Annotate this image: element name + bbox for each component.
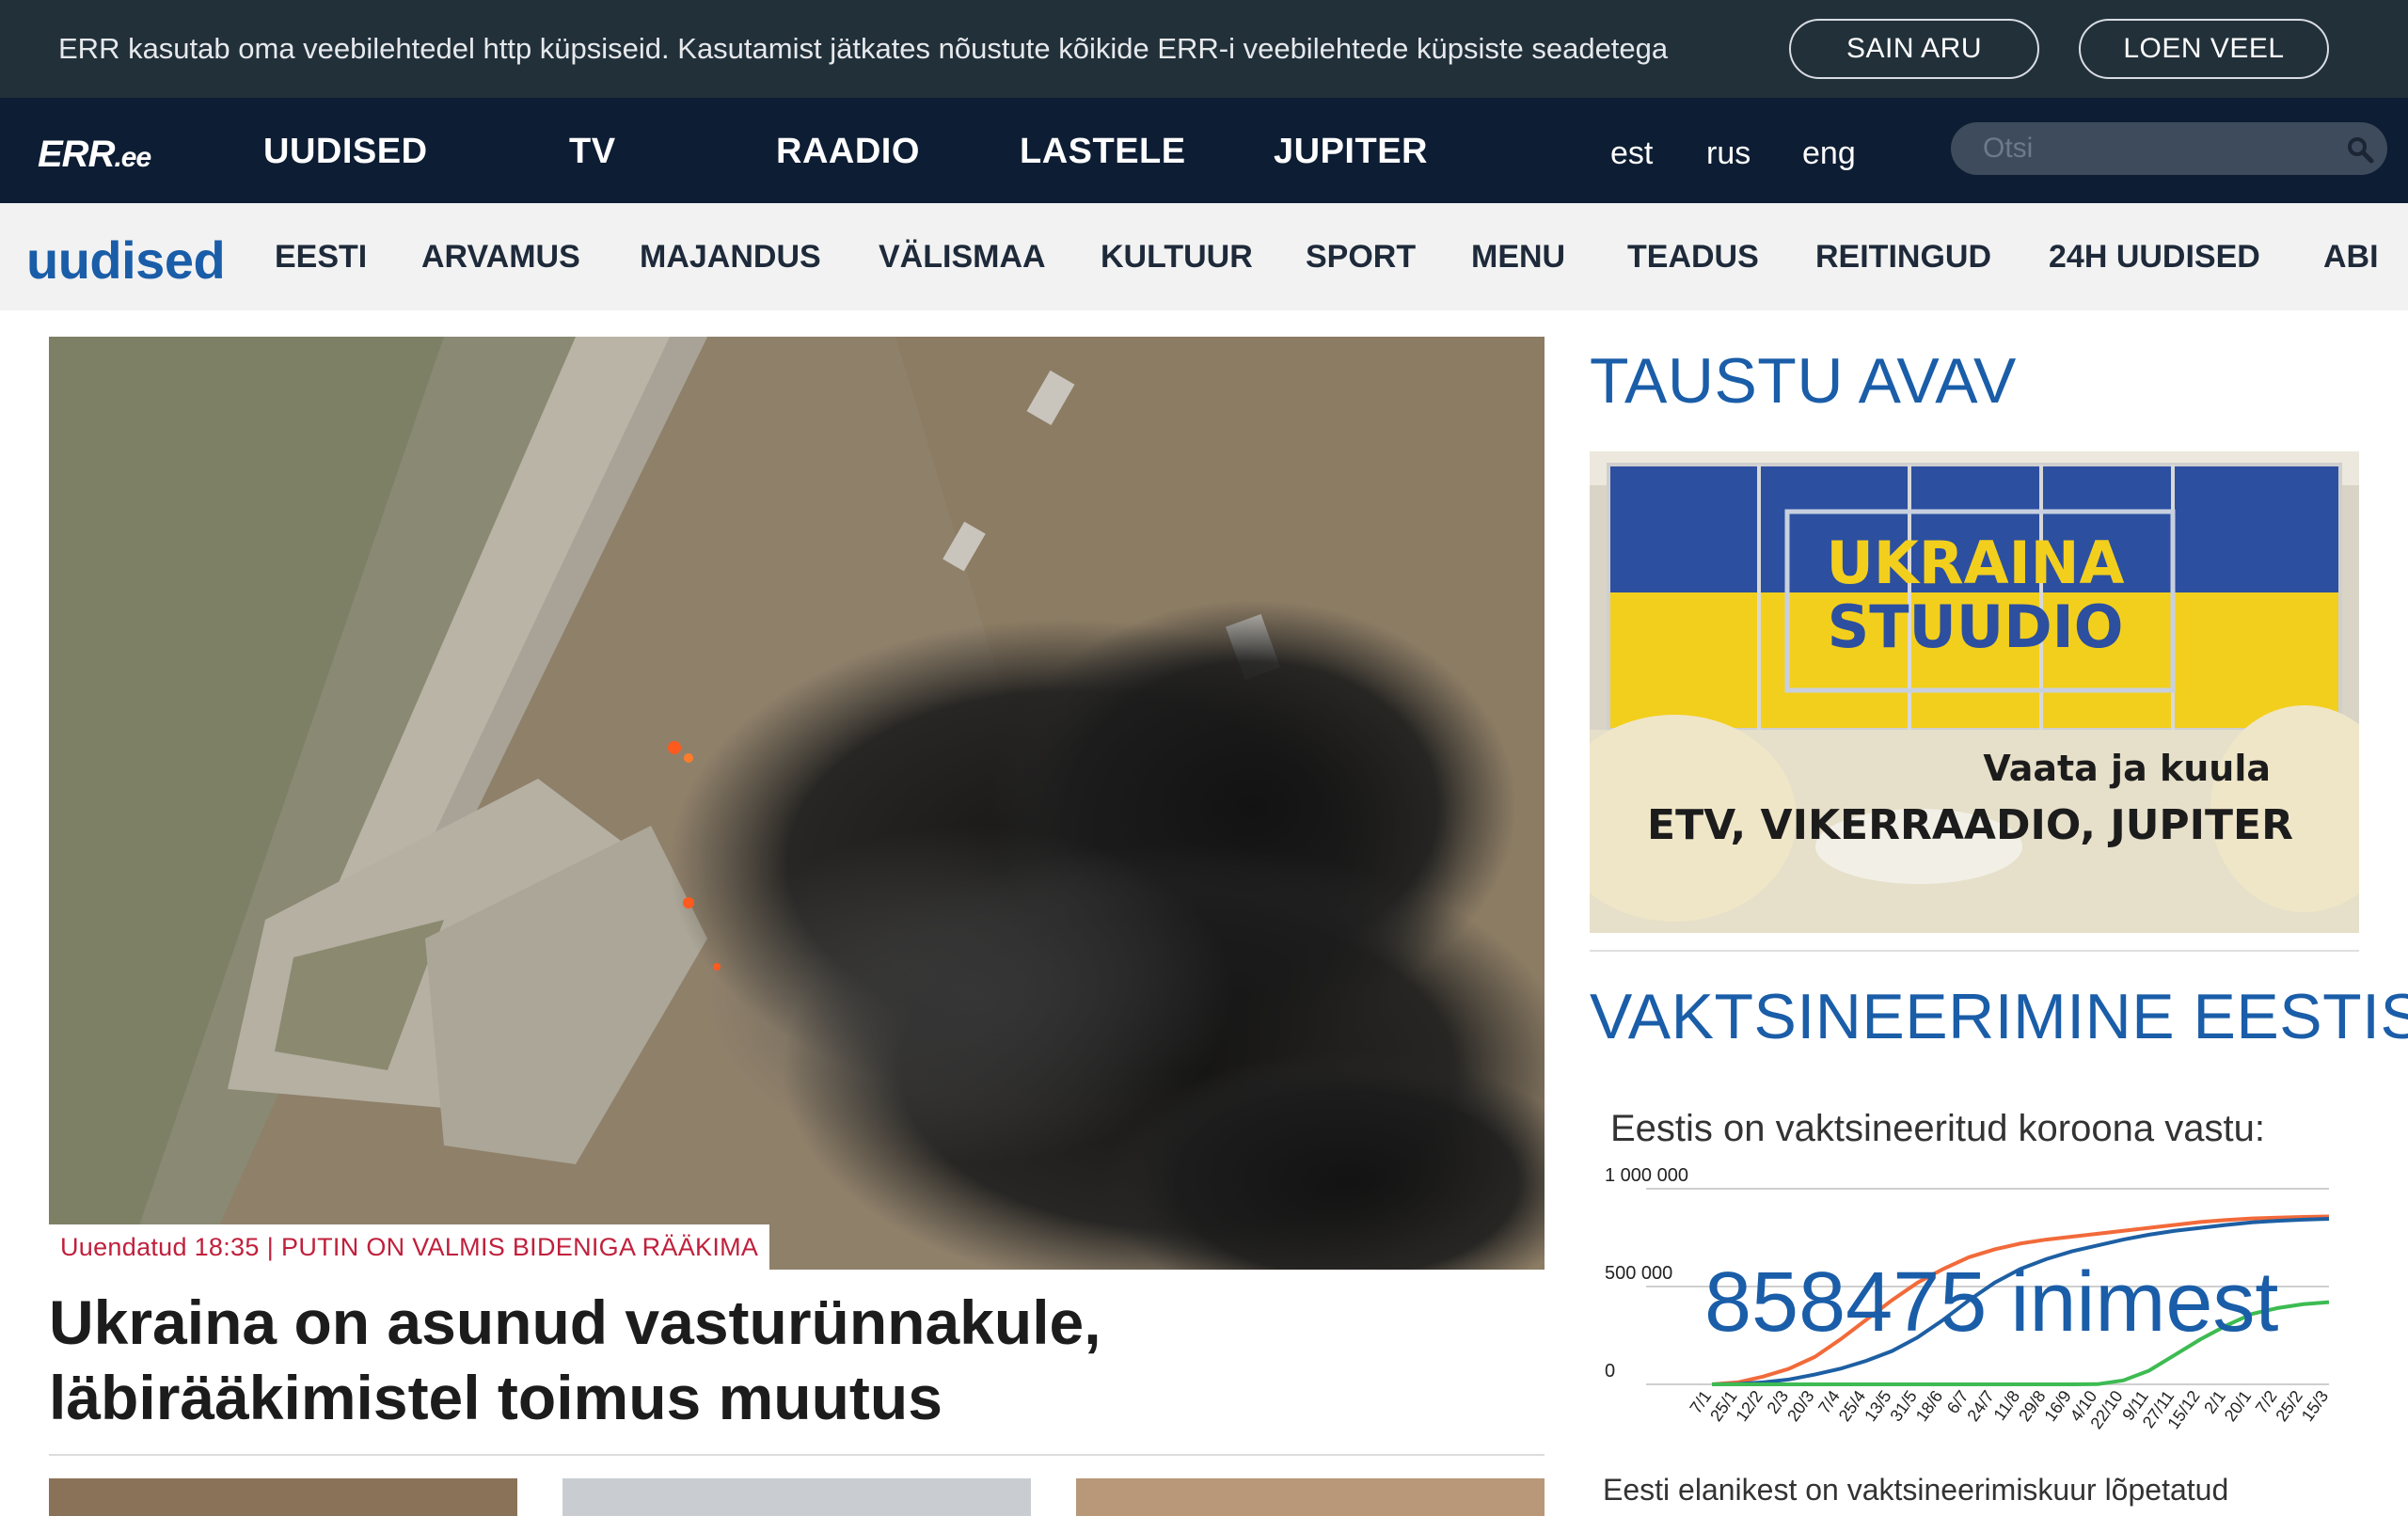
lang-rus[interactable]: rus	[1706, 135, 1751, 172]
chart-x-tick-label: 15/3	[2298, 1387, 2332, 1425]
nav-lastele[interactable]: LASTELE	[1020, 132, 1186, 172]
hero-tag-time: Uuendatud 18:35	[60, 1232, 260, 1261]
sec-nav-abi[interactable]: ABI	[2323, 239, 2379, 276]
sec-nav-teadus[interactable]: TEADUS	[1627, 239, 1759, 276]
sec-nav-24h-uudised[interactable]: 24H UUDISED	[2049, 239, 2260, 276]
ukraina-stuudio-promo[interactable]: UKRAINA STUUDIO Vaata ja kuula ETV, VIKE…	[1590, 451, 2359, 933]
hero-tag[interactable]: Uuendatud 18:35 | PUTIN ON VALMIS BIDENI…	[49, 1224, 770, 1270]
chart-x-tick-label: 29/8	[2015, 1387, 2049, 1425]
article-thumbnail[interactable]	[49, 1478, 517, 1516]
chart-x-tick-label: 25/1	[1706, 1387, 1740, 1425]
chart-x-tick-label: 25/4	[1835, 1387, 1869, 1425]
chart-x-tick-label: 20/3	[1783, 1387, 1817, 1425]
hero-headline[interactable]: Ukraina on asunud vasturünnakule, läbirä…	[49, 1285, 1545, 1435]
uudised-brand[interactable]: uudised	[26, 229, 226, 291]
chart-y-tick-label: 1 000 000	[1605, 1165, 1688, 1186]
sec-nav-arvamus[interactable]: ARVAMUS	[421, 239, 580, 276]
sec-nav-kultuur[interactable]: KULTUUR	[1101, 239, 1253, 276]
chart-x-tick-label: 11/8	[1990, 1387, 2024, 1424]
chart-y-tick-label: 500 000	[1605, 1263, 1672, 1284]
hero-tag-topic: PUTIN ON VALMIS BIDENIGA RÄÄKIMA	[281, 1232, 759, 1261]
err-logo[interactable]: ERR.ee	[38, 134, 151, 176]
chart-x-tick-label: 13/5	[1861, 1387, 1894, 1425]
sec-nav-valismaa[interactable]: VÄLISMAA	[879, 239, 1046, 276]
hero-tag-separator: |	[266, 1232, 275, 1261]
sec-nav-reitingud[interactable]: REITINGUD	[1815, 239, 1991, 276]
chart-x-tick-label: 24/7	[1963, 1387, 1997, 1425]
section-navigation: uudised EESTI ARVAMUS MAJANDUS VÄLISMAA …	[0, 203, 2408, 310]
chart-x-tick-label: 12/2	[1732, 1387, 1766, 1425]
chart-x-tick-label: 31/5	[1886, 1387, 1920, 1425]
sec-nav-menu[interactable]: MENU	[1471, 239, 1565, 276]
chart-x-tick-label: 25/2	[2272, 1387, 2305, 1425]
logo-suffix: .ee	[114, 142, 151, 173]
promo-title-line1: UKRAINA	[1826, 529, 2124, 597]
vaccination-note: Eesti elanikest on vaktsineerimiskuur lõ…	[1603, 1473, 2229, 1507]
article-thumbnail[interactable]	[1076, 1478, 1545, 1516]
divider	[1590, 950, 2359, 952]
chart-x-tick-label: 20/1	[2221, 1387, 2255, 1425]
logo-main: ERR	[38, 134, 115, 175]
hero-image[interactable]	[49, 337, 1545, 1270]
lang-eng[interactable]: eng	[1802, 135, 1856, 172]
search-input[interactable]	[1951, 122, 2387, 175]
vaccination-count: 858475 inimest	[1704, 1255, 2279, 1350]
section-title-taustu-avav[interactable]: TAUSTU AVAV	[1590, 344, 2017, 418]
sec-nav-majandus[interactable]: MAJANDUS	[640, 239, 821, 276]
promo-tagline: Vaata ja kuula	[1983, 748, 2271, 789]
promo-channels: ETV, VIKERRAADIO, JUPITER	[1647, 801, 2293, 849]
nav-raadio[interactable]: RAADIO	[776, 132, 920, 172]
promo-title-line2: STUUDIO	[1828, 592, 2124, 661]
nav-jupiter[interactable]: JUPITER	[1274, 132, 1428, 172]
top-navigation: ERR.ee UUDISED TV RAADIO LASTELE JUPITER…	[0, 98, 2408, 203]
chart-x-tick-label: 16/9	[2040, 1387, 2074, 1425]
article-thumbnail[interactable]	[562, 1478, 1031, 1516]
divider	[49, 1454, 1545, 1456]
search-icon[interactable]	[2346, 135, 2374, 164]
chart-y-tick-label: 0	[1605, 1361, 1615, 1382]
nav-tv[interactable]: TV	[569, 132, 616, 172]
cookie-agree-button[interactable]: SAIN ARU	[1789, 19, 2039, 79]
vaccination-subtitle: Eestis on vaktsineeritud koroona vastu:	[1610, 1108, 2265, 1149]
nav-uudised[interactable]: UUDISED	[263, 132, 428, 172]
cookie-read-more-button[interactable]: LOEN VEEL	[2079, 19, 2329, 79]
chart-x-tick-label: 18/6	[1912, 1387, 1946, 1425]
cookie-message: ERR kasutab oma veebilehtedel http küpsi…	[58, 32, 1669, 65]
section-title-vaktsineerimine[interactable]: VAKTSINEERIMINE EESTIS	[1590, 980, 2408, 1053]
sec-nav-eesti[interactable]: EESTI	[275, 239, 367, 276]
lang-est[interactable]: est	[1610, 135, 1653, 172]
sec-nav-sport[interactable]: SPORT	[1306, 239, 1416, 276]
cookie-banner: ERR kasutab oma veebilehtedel http küpsi…	[0, 0, 2408, 98]
